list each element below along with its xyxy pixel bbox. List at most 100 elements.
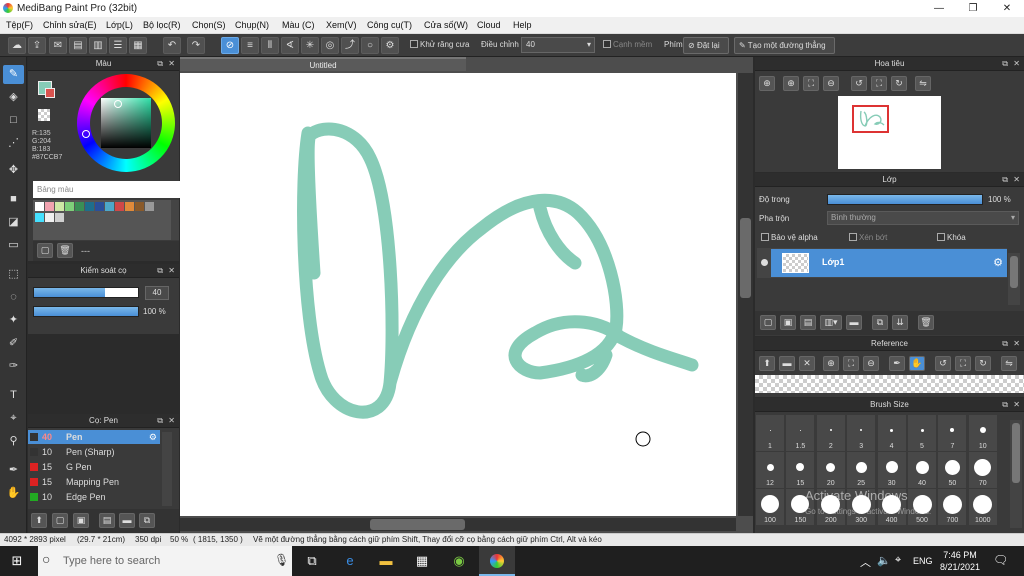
brush-size-preset[interactable]: 100 — [755, 488, 785, 526]
secondary-color-swatch[interactable] — [45, 88, 55, 98]
close-icon[interactable]: ✕ — [1013, 398, 1020, 412]
new-brush-icon[interactable]: ▢ — [52, 513, 68, 528]
minimize-button[interactable]: — — [922, 0, 956, 17]
brush-menu-icon[interactable]: ▣ — [73, 513, 89, 528]
taskbar-search-box[interactable]: ○ Type here to search 🎙 — [38, 546, 292, 576]
document-icon[interactable]: ▤ — [69, 37, 87, 54]
brush-size-preset[interactable]: 50 — [937, 451, 968, 489]
blend-mode-select[interactable]: Bình thường ▾ — [827, 211, 1019, 225]
flip-icon[interactable]: ⇋ — [915, 76, 931, 91]
medibang-taskbar-button[interactable] — [479, 546, 515, 576]
popout-icon[interactable]: ⧉ — [157, 57, 163, 71]
brush-tool-icon[interactable]: ✎ — [3, 65, 24, 84]
gear-icon[interactable]: ⚙ — [149, 430, 157, 444]
zoom-out-icon[interactable]: ⊖ — [863, 356, 879, 371]
rectangle-tool-icon[interactable]: □ — [3, 111, 24, 130]
brush-size-preset[interactable]: 3 — [846, 414, 877, 452]
brush-size-preset[interactable]: 12 — [755, 451, 785, 489]
palette-header[interactable]: Bảng màu — [33, 181, 181, 198]
brush-item-g-pen[interactable]: 15 G Pen — [28, 460, 158, 474]
undo-icon[interactable]: ↶ — [163, 37, 181, 54]
eyedropper-icon[interactable]: ✒ — [889, 356, 905, 371]
dropper-tool-icon[interactable]: ✒ — [3, 461, 24, 480]
reference-close-icon[interactable]: ✕ — [799, 356, 815, 371]
gear-icon[interactable]: ⚙ — [993, 256, 1003, 269]
delete-layer-icon[interactable]: 🗑 — [918, 315, 934, 330]
menu-select[interactable]: Chọn(S) — [192, 20, 226, 30]
gradient-tool-icon[interactable]: ▭ — [3, 236, 24, 255]
document-tab[interactable]: Untitled — [180, 57, 466, 71]
select-eraser-tool-icon[interactable]: ✑ — [3, 357, 24, 376]
list-icon[interactable]: ☰ — [109, 37, 127, 54]
vertical-snap-icon[interactable]: ⦀ — [261, 37, 279, 54]
radial-snap-icon[interactable]: ✳ — [301, 37, 319, 54]
brush-item-pen[interactable]: 40 Pen ⚙ — [28, 430, 160, 444]
hand-tool-icon[interactable]: ✋ — [3, 484, 24, 503]
palette-swatch[interactable] — [145, 202, 154, 211]
popout-icon[interactable]: ⧉ — [1002, 398, 1008, 412]
brush-size-preset[interactable]: 30 — [876, 451, 907, 489]
brush-item-edge-pen[interactable]: 10 Edge Pen — [28, 490, 158, 504]
menu-cloud[interactable]: Cloud — [477, 20, 501, 30]
operation-tool-icon[interactable]: ⌖ — [3, 409, 24, 428]
move-tool-icon[interactable]: ✥ — [3, 161, 24, 180]
maximize-button[interactable]: ❐ — [956, 0, 990, 17]
dieu-chinh-select[interactable]: 40 ▾ — [521, 37, 595, 53]
ellipse-snap-icon[interactable]: ○ — [361, 37, 379, 54]
parallel-snap-icon[interactable]: ≡ — [241, 37, 259, 54]
folder-icon[interactable]: ▬ — [846, 315, 862, 330]
menu-view[interactable]: Xem(V) — [326, 20, 357, 30]
chevron-up-icon[interactable]: ︿ — [860, 554, 871, 570]
brush-size-value[interactable]: 40 — [145, 286, 169, 300]
brush-size-preset[interactable]: 1000 — [967, 488, 998, 526]
fit-window-icon[interactable]: ⛶ — [955, 356, 971, 371]
rotate-right-icon[interactable]: ↻ — [975, 356, 991, 371]
brush-item-mapping-pen[interactable]: 15 Mapping Pen — [28, 475, 158, 489]
brush-size-preset[interactable]: 40 — [907, 451, 937, 489]
fit-window-icon[interactable]: ⛶ — [871, 76, 887, 91]
cloud-icon[interactable]: ☁ — [8, 37, 26, 54]
protect-alpha-checkbox[interactable]: Bảo vệ alpha — [761, 233, 818, 242]
brush-size-preset[interactable]: 5 — [907, 414, 937, 452]
canh-mem-checkbox[interactable]: Cạnh mềm — [603, 40, 652, 49]
circle-snap-icon[interactable]: ◎ — [321, 37, 339, 54]
palette-swatch[interactable] — [55, 202, 64, 211]
close-icon[interactable]: ✕ — [1013, 337, 1020, 351]
file-explorer-icon[interactable]: ▬ — [376, 551, 396, 571]
rotate-right-icon[interactable]: ↻ — [891, 76, 907, 91]
snap-off-icon[interactable]: ⊘ — [221, 37, 239, 54]
perspective-snap-icon[interactable]: ∢ — [281, 37, 299, 54]
eraser-tool-icon[interactable]: ◈ — [3, 88, 24, 107]
upload-icon[interactable]: ⇪ — [28, 37, 46, 54]
fill-rect-tool-icon[interactable]: ■ — [3, 190, 24, 209]
folder-icon[interactable]: ▬ — [119, 513, 135, 528]
palette-scrollbar[interactable] — [171, 200, 179, 240]
drawing-canvas[interactable] — [180, 73, 736, 516]
vertical-scrollbar[interactable] — [738, 73, 753, 516]
curve-snap-icon[interactable]: ⤴ — [341, 37, 359, 54]
brush-size-preset[interactable]: 70 — [967, 451, 998, 489]
brush-size-scroll-thumb[interactable] — [1012, 423, 1020, 483]
menu-window[interactable]: Cửa số(W) — [424, 20, 468, 30]
transparent-color-swatch[interactable] — [38, 109, 50, 121]
popout-icon[interactable]: ⧉ — [157, 414, 163, 428]
menu-file[interactable]: Tệp(F) — [6, 20, 33, 30]
windows-start-icon[interactable]: ⊞ — [7, 551, 27, 571]
popout-icon[interactable]: ⧉ — [1002, 337, 1008, 351]
saturation-square[interactable] — [101, 98, 151, 148]
menu-tools[interactable]: Công cụ(T) — [367, 20, 412, 30]
navigator-preview[interactable] — [838, 96, 941, 169]
palette-swatch[interactable] — [45, 213, 54, 222]
palette-swatch[interactable] — [95, 202, 104, 211]
palette-swatch[interactable] — [135, 202, 144, 211]
layer-scrollbar[interactable] — [1008, 253, 1020, 305]
reference-add-icon[interactable]: ⬆ — [759, 356, 775, 371]
palette-swatch[interactable] — [75, 202, 84, 211]
brush-copy-icon[interactable]: ▤ — [99, 513, 115, 528]
layer-scroll-thumb[interactable] — [1010, 256, 1018, 288]
palette-swatch[interactable] — [35, 202, 44, 211]
flip-icon[interactable]: ⇋ — [1001, 356, 1017, 371]
zoom-out-icon[interactable]: ⊖ — [823, 76, 839, 91]
microphone-icon[interactable]: 🎙 — [274, 553, 289, 567]
brush-size-preset[interactable]: 10 — [967, 414, 998, 452]
